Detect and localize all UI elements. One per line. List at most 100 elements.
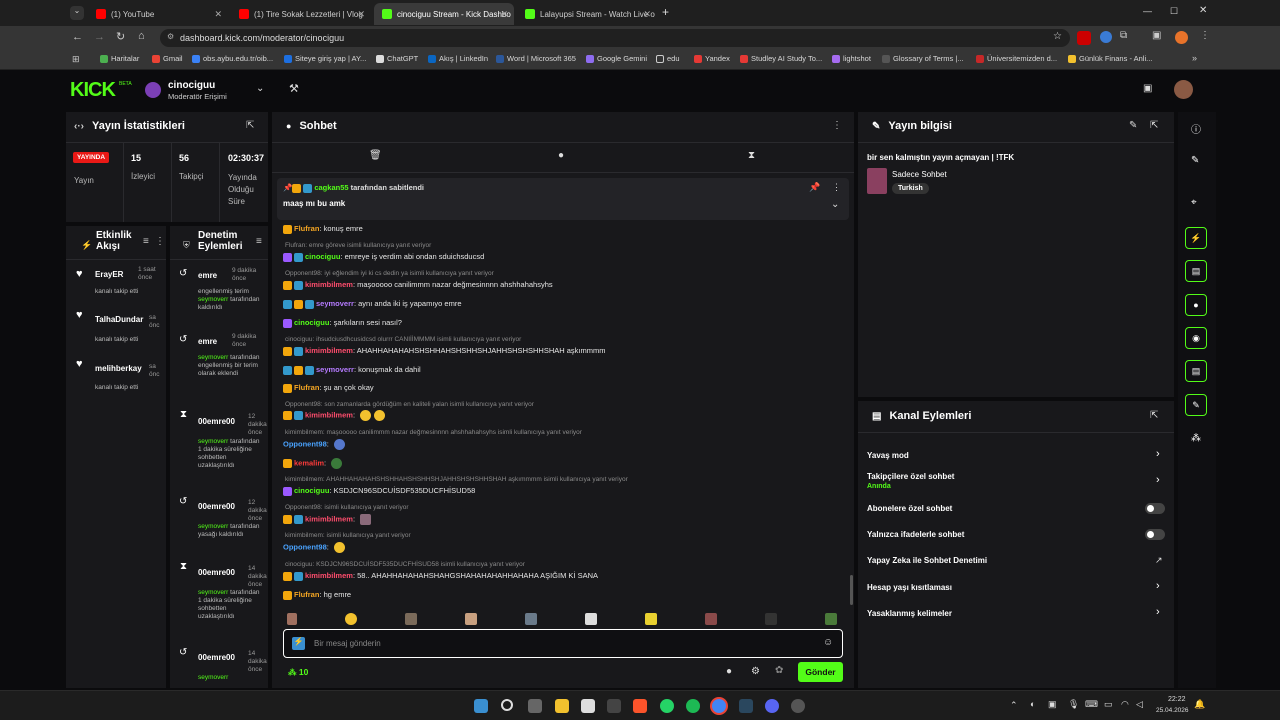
mod-target[interactable]: 00emre00 [198, 568, 235, 577]
popout-icon[interactable]: ⇱ [246, 120, 254, 131]
action-ai-moderation[interactable]: Yapay Zeka ile Sohbet Denetimi [867, 556, 987, 565]
chat-message[interactable]: kimimbilmem: AHAHHAHAHAHSHSHHAHSHSHHSHJA… [283, 346, 605, 356]
chat-message[interactable]: kimimbilmem: 58.. AHAHHAHAHAHSHAHGSHAHAH… [283, 571, 598, 581]
battery-icon[interactable]: ▭ [1104, 699, 1113, 710]
user-avatar[interactable] [1174, 80, 1193, 99]
bookmark[interactable]: Gmail [152, 54, 183, 63]
close-icon[interactable]: ✕ [214, 9, 222, 20]
tab-search-icon[interactable]: ⌄ [70, 6, 84, 20]
bookmark[interactable]: Haritalar [100, 54, 139, 63]
bookmark[interactable]: Yandex [694, 54, 730, 63]
emotes-only-toggle[interactable] [1145, 529, 1165, 540]
emote-icon[interactable] [345, 613, 357, 625]
close-icon[interactable]: ✕ [500, 9, 508, 20]
url-input[interactable]: ⚙ dashboard.kick.com/moderator/cinociguu … [160, 29, 1070, 47]
close-icon[interactable]: ✕ [357, 9, 365, 20]
minimize-button[interactable]: — [1143, 6, 1152, 16]
chat-scrollbar[interactable] [850, 575, 853, 605]
tools-icon[interactable]: ⚒ [289, 82, 299, 95]
tray-icon[interactable]: ◐ [1030, 699, 1035, 709]
channel-switcher-chevron-down-icon[interactable]: ⌄ [256, 83, 264, 94]
bookmark[interactable]: lightshot [832, 54, 871, 63]
kick-logo[interactable]: KICK [70, 79, 116, 102]
activity-user[interactable]: TalhaDundar [95, 315, 143, 324]
apps-icon[interactable]: ⊞ [72, 54, 80, 65]
filter-icon[interactable]: ≡ [143, 236, 149, 247]
emoji-icon[interactable]: ☺ [823, 637, 833, 648]
menu-icon[interactable]: ⋮ [155, 236, 165, 247]
subscribers-only-toggle[interactable] [1145, 503, 1165, 514]
close-icon[interactable]: ✕ [643, 9, 651, 20]
activity-user[interactable]: ErayER [95, 270, 123, 279]
action-followers-only[interactable]: Takipçilere özel sohbet [867, 472, 954, 481]
tab-lalayupsi[interactable]: Lalayupsi Stream - Watch Live o ✕ [517, 3, 657, 25]
mod-target[interactable]: 00emre00 [198, 653, 235, 662]
wrench-icon[interactable]: ✎ [1185, 394, 1207, 416]
emote-icon[interactable] [645, 613, 657, 625]
tab-youtube[interactable]: (1) YouTube ✕ [88, 3, 228, 25]
clock-date[interactable]: 25.04.2026 [1156, 707, 1189, 714]
start-icon[interactable] [474, 699, 488, 713]
menu-icon[interactable]: ⋮ [1200, 30, 1210, 41]
category-thumbnail[interactable] [867, 168, 887, 194]
info-icon[interactable]: ⓘ [1191, 121, 1201, 136]
hourglass-icon[interactable]: ⧗ [748, 150, 755, 161]
popout-icon[interactable]: ⇱ [1150, 120, 1158, 131]
tab-vlog[interactable]: (1) Tire Sokak Lezzetleri | Vlog ✕ [231, 3, 371, 25]
spotify-icon[interactable] [686, 699, 700, 713]
forward-icon[interactable]: → [94, 31, 105, 43]
volume-icon[interactable]: ◁ [1136, 699, 1143, 710]
bookmark[interactable]: Günlük Finans - Anli... [1068, 54, 1152, 63]
extension-icon[interactable] [1100, 31, 1112, 43]
bookmark-star-icon[interactable]: ☆ [1053, 31, 1062, 42]
bookmark[interactable]: Akış | LinkedIn [428, 54, 488, 63]
steam-icon[interactable] [739, 699, 753, 713]
broadcast-icon[interactable]: ◉ [1185, 327, 1207, 349]
emote-icon[interactable] [287, 613, 297, 625]
menu-icon[interactable]: ⋮ [832, 120, 842, 131]
wifi-icon[interactable]: ◠ [1121, 699, 1129, 710]
menu-icon[interactable]: ⋮ [832, 182, 841, 193]
bookmark[interactable]: Üniversitemizden d... [976, 54, 1057, 63]
chat-message[interactable]: Opponent98: [283, 542, 345, 553]
chevron-right-icon[interactable]: › [1156, 580, 1160, 592]
chat-message[interactable]: kimimbilmem: [283, 410, 386, 421]
emote-icon[interactable] [405, 613, 417, 625]
popout-icon[interactable]: ⇱ [1150, 410, 1158, 421]
bookmark[interactable]: Glossary of Terms |... [882, 54, 964, 63]
emote-icon[interactable] [465, 613, 477, 625]
new-tab-button[interactable]: + [662, 5, 669, 19]
chat-message[interactable]: seymoverr: konuşmak da dahil [283, 365, 421, 375]
chat-message[interactable]: cinociguu: KSDJCN96SDCUİSDF535DUCFHİSUD5… [283, 486, 475, 496]
chat-message[interactable]: Flufran: şu an çok okay [283, 383, 374, 393]
focus-icon[interactable]: ⌖ [1191, 197, 1197, 208]
store-icon[interactable] [581, 699, 595, 713]
unpin-icon[interactable]: 📌 [809, 182, 820, 193]
close-window-button[interactable]: ✕ [1199, 5, 1207, 16]
lightning-icon[interactable]: ⚡ [1185, 227, 1207, 249]
reload-icon[interactable]: ↻ [116, 30, 125, 43]
camera-icon[interactable]: ▣ [1143, 83, 1152, 94]
chat-message[interactable]: kemalim: [283, 458, 343, 469]
task-view-icon[interactable] [528, 699, 542, 713]
bookmark[interactable]: obs.aybu.edu.tr/oib... [192, 54, 273, 63]
clock-time[interactable]: 22:22 [1168, 696, 1186, 703]
pen-icon[interactable]: ✎ [1191, 155, 1199, 166]
chat-message[interactable]: Opponent98: [283, 439, 345, 450]
chat-input[interactable]: ⚡ Bir mesaj gönderin ☺ [283, 629, 843, 658]
sidepanel-icon[interactable]: ▣ [1152, 30, 1161, 41]
document-icon[interactable]: ▤ [1185, 260, 1207, 282]
mod-target[interactable]: emre [198, 337, 217, 346]
file-explorer-icon[interactable] [555, 699, 569, 713]
site-info-icon[interactable]: ⚙ [167, 32, 174, 41]
reply-mode-icon[interactable]: ⚡ [292, 637, 305, 650]
emote-icon[interactable] [585, 613, 597, 625]
extensions-puzzle-icon[interactable]: ⧉ [1120, 30, 1127, 41]
tray-icon[interactable]: ▣ [1048, 699, 1057, 710]
category-name[interactable]: Sadece Sohbet [892, 170, 947, 179]
chevron-right-icon[interactable]: › [1156, 474, 1160, 486]
chevron-down-icon[interactable]: ⌄ [831, 199, 839, 210]
bookmark[interactable]: Studley AI Study To... [740, 54, 822, 63]
action-slow-mode[interactable]: Yavaş mod [867, 451, 909, 460]
chat-bubble-icon[interactable]: ● [558, 150, 564, 161]
